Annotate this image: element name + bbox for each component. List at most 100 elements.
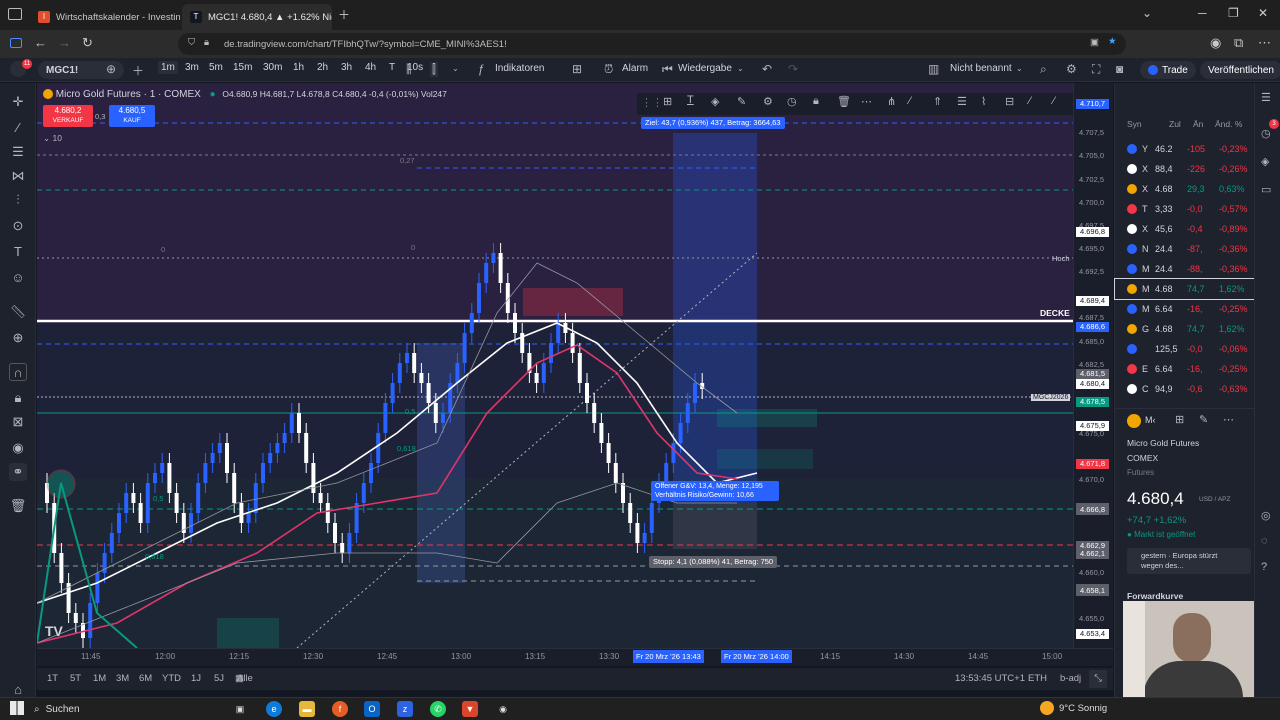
shield-icon[interactable]: ⛉	[188, 37, 195, 48]
range-1J[interactable]: 1J	[191, 673, 201, 684]
col-change[interactable]: Än	[1193, 119, 1203, 129]
trade-button[interactable]: Trade	[1140, 61, 1196, 79]
emoji-icon[interactable]: ☺	[9, 269, 27, 287]
candles-icon[interactable]: ⫿	[430, 62, 438, 77]
new-tab-plus-icon[interactable]: ＋	[338, 6, 350, 23]
session-toggle[interactable]: ETH	[1028, 673, 1047, 684]
calendar-icon[interactable]: ▦	[235, 673, 244, 684]
interval-15m[interactable]: 15m	[230, 61, 255, 74]
interval-4h[interactable]: 4h	[362, 61, 379, 74]
tab-search-chevron-icon[interactable]: ⌄	[1142, 6, 1152, 20]
replay-button[interactable]: Wiedergabe	[678, 63, 732, 74]
alerts-clock-icon[interactable]: ◷	[1261, 127, 1271, 140]
watchlist-icon[interactable]: ☰	[1261, 91, 1271, 104]
quick-search-icon[interactable]: ⌕	[1040, 62, 1047, 77]
lock-drawings-icon[interactable]: 🔒︎	[9, 389, 27, 407]
zoom-icon[interactable]: z	[397, 701, 413, 717]
chat-icon[interactable]: ▭	[1261, 183, 1271, 196]
forward-arrow-icon[interactable]: →	[58, 36, 71, 50]
firefox-icon[interactable]: f	[332, 701, 348, 717]
browser-tab-investing[interactable]: I Wirtschaftskalender - Investing ✕	[30, 4, 180, 30]
whatsapp-icon[interactable]: ✆	[430, 701, 446, 717]
extensions-icon[interactable]: ⧉	[1234, 36, 1243, 50]
alert-icon[interactable]: ◷	[787, 95, 797, 108]
add-symbol-plus-icon[interactable]: ＋	[132, 62, 144, 79]
obs-icon[interactable]: ◉	[495, 701, 511, 717]
fill-color-icon[interactable]: ◈	[711, 95, 719, 108]
time-axis[interactable]: 11:45 12:00 12:15 12:30 12:45 13:00 13:15 13:30…	[37, 648, 1113, 666]
lock-icon[interactable]: ⊠	[9, 413, 27, 431]
news-card[interactable]: gestern · Europa stürzt wegen des...	[1127, 548, 1251, 574]
link-icon[interactable]: ⚭	[9, 463, 27, 481]
visibility-eye-icon[interactable]: ◉	[9, 439, 27, 457]
browser-menu-icon[interactable]: ⋯	[1258, 36, 1271, 50]
fib-tool-icon[interactable]: ⫶	[9, 191, 27, 209]
watchlist-row[interactable]: M 4.68 74,7 1,62%	[1114, 278, 1256, 300]
pattern-icon[interactable]: ⋈	[9, 167, 27, 185]
watchlist-row[interactable]: 125,5 -0,0 -0,06%	[1115, 339, 1255, 359]
file-explorer-icon[interactable]: ▬	[299, 701, 315, 717]
tool-icon[interactable]: ⁄	[1053, 95, 1055, 107]
line-color-icon[interactable]: ✎	[737, 95, 746, 108]
browser-tab-tradingview[interactable]: T MGC1! 4.680,4 ▲ +1.62% Nicht ✕	[182, 4, 332, 30]
indicators-button[interactable]: Indikatoren	[495, 63, 544, 74]
profile-icon[interactable]: ◉	[1210, 36, 1221, 50]
windows-start-icon[interactable]	[10, 701, 24, 715]
watchlist-row[interactable]: C 94,9 -0,6 -0,63%	[1115, 379, 1255, 399]
tool-icon[interactable]: ⌇	[981, 95, 986, 108]
tool-icon[interactable]: ⇑	[933, 95, 942, 108]
close-window-icon[interactable]: ✕	[1258, 6, 1268, 20]
col-change-pct[interactable]: Änd. %	[1215, 119, 1242, 129]
drag-handle-icon[interactable]: ⋮⋮	[641, 96, 663, 109]
ruler-icon[interactable]: 📏︎	[9, 303, 27, 321]
sidebar-toggle-icon[interactable]	[10, 38, 22, 48]
interval-2h[interactable]: 2h	[314, 61, 331, 74]
alarm-clock-icon[interactable]: ⏰︎	[604, 62, 613, 77]
bar-style-icon[interactable]: ⫼	[406, 62, 412, 77]
watchlist-row[interactable]: X 4.68 29,3 0,63%	[1115, 179, 1255, 199]
target-label[interactable]: Ziel: 43,7 (0,936%) 437, Betrag: 3664,63	[641, 117, 785, 129]
lock-icon[interactable]: 🔒︎	[813, 95, 819, 108]
reload-icon[interactable]: ↻	[82, 36, 93, 50]
edge-browser-icon[interactable]: e	[266, 701, 282, 717]
indicator-toggle[interactable]: ⌄ 10	[43, 133, 62, 144]
adjustment-toggle[interactable]: b-adj	[1060, 673, 1081, 684]
layout-icon[interactable]: ▥	[928, 62, 939, 76]
settings-icon[interactable]: ⚙	[763, 95, 773, 108]
watchlist-row[interactable]: G 4.68 74,7 1,62%	[1115, 319, 1255, 339]
range-1T[interactable]: 1T	[47, 673, 58, 684]
edit-icon[interactable]: ✎	[1199, 413, 1208, 426]
chevron-down-icon[interactable]: ⌄	[737, 64, 744, 73]
help-icon[interactable]: ?	[1261, 561, 1267, 573]
price-chart-canvas[interactable]	[37, 83, 1073, 648]
brush-icon[interactable]: ⊙	[9, 217, 27, 235]
layout-name[interactable]: Nicht benannt	[950, 63, 1012, 74]
tool-icon[interactable]: ☰	[957, 95, 967, 108]
watchlist-row[interactable]: M 24.4 -88, -0,36%	[1115, 259, 1255, 279]
watchlist-row[interactable]: X 45,6 -0,4 -0,89%	[1115, 219, 1255, 239]
chart-pane[interactable]: Micro Gold Futures · 1 · COMEX ● O4.680,…	[37, 83, 1113, 666]
redo-icon[interactable]: ↷	[788, 62, 798, 76]
templates-grid-icon[interactable]: ⊞	[572, 62, 582, 76]
grid-icon[interactable]: ⊞	[1175, 413, 1184, 426]
price-axis[interactable]: 4.710,7 4.707,5 4.705,0 4.702,5 4.700,0 4.697…	[1073, 83, 1113, 666]
publish-button[interactable]: Veröffentlichen	[1200, 61, 1280, 79]
stop-label[interactable]: Stopp: 4,1 (0,088%) 41, Betrag: 750	[649, 556, 778, 568]
range-5J[interactable]: 5J	[214, 673, 224, 684]
url-field[interactable]: ⛉ 🔒︎ de.tradingview.com/chart/TFIbhQTw/?…	[178, 33, 1126, 55]
expand-icon[interactable]: ⤡	[1089, 670, 1107, 688]
position-info-label[interactable]: Offener G&V: 13,4, Menge: 12,195 Verhält…	[651, 481, 779, 501]
camera-icon[interactable]: ◙	[1116, 62, 1123, 76]
range-5T[interactable]: 5T	[70, 673, 81, 684]
replay-rewind-icon[interactable]: ⏮︎	[662, 62, 673, 77]
watchlist-row[interactable]: X 88,4 -226 -0,26%	[1115, 159, 1255, 179]
tool-icon[interactable]: ⁄	[1029, 95, 1031, 107]
legend-title[interactable]: Micro Gold Futures · 1 · COMEX	[56, 89, 201, 100]
range-YTD[interactable]: YTD	[162, 673, 181, 684]
col-last[interactable]: Zul	[1169, 119, 1181, 129]
interval-3h[interactable]: 3h	[338, 61, 355, 74]
interval-5m[interactable]: 5m	[206, 61, 226, 74]
range-6M[interactable]: 6M	[139, 673, 152, 684]
interval-1h[interactable]: 1h	[290, 61, 307, 74]
tool-icon[interactable]: ⊟	[1005, 95, 1014, 108]
